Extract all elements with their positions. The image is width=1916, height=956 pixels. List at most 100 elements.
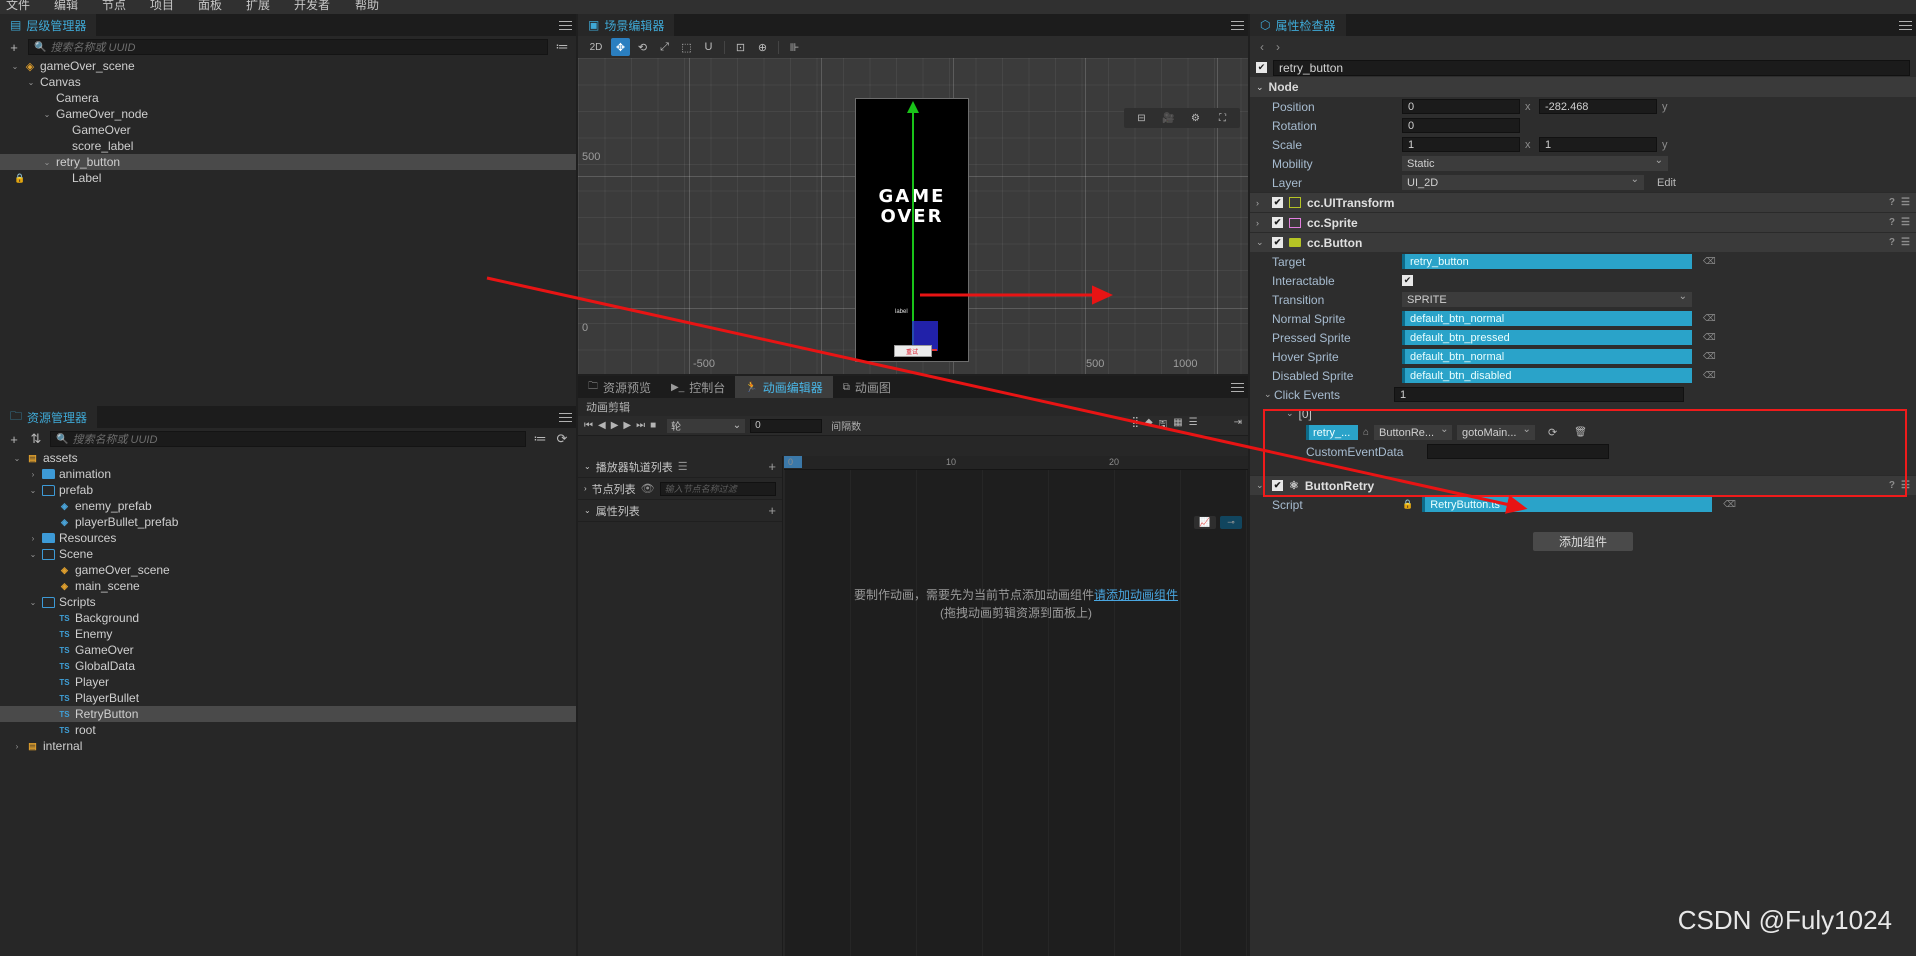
asset-item-animation[interactable]: ›animation <box>0 466 576 482</box>
hierarchy-node-gameover-scene[interactable]: ⌄◈gameOver_scene <box>0 58 576 74</box>
asset-item-internal[interactable]: ›▤internal <box>0 738 576 754</box>
component-enabled-checkbox[interactable] <box>1272 480 1283 491</box>
game-canvas-preview[interactable]: GAME OVER label 重试 <box>855 98 969 362</box>
tab-graph[interactable]: ⧉动画图 <box>833 376 901 398</box>
add-track-button[interactable]: + <box>768 459 776 474</box>
tab-scene[interactable]: ▣ 场景编辑器 <box>578 14 674 36</box>
asset-field-normal-sprite[interactable]: default_btn_normal <box>1402 311 1692 326</box>
locate-node-icon[interactable]: ⌂ <box>1363 427 1369 438</box>
tab-inspector[interactable]: ⬡ 属性检查器 <box>1250 14 1346 36</box>
add-asset-button[interactable]: + <box>6 431 22 447</box>
prev-frame-icon[interactable]: ◀ <box>598 420 606 431</box>
inspector-menu-button[interactable] <box>1894 14 1916 36</box>
scene-menu-button[interactable] <box>1226 14 1248 36</box>
click-events-count-input[interactable]: 1 <box>1394 387 1684 402</box>
chevron-down-icon[interactable]: ⌄ <box>1264 389 1274 400</box>
click-event-index-row[interactable]: ⌄[0] <box>1250 404 1916 423</box>
menu-item-2[interactable]: 节点 <box>102 0 126 13</box>
node-enabled-checkbox[interactable] <box>1256 62 1267 73</box>
asset-item-background[interactable]: TSBackground <box>0 610 576 626</box>
timeline-toggle[interactable]: ⊸ <box>1220 516 1242 529</box>
asset-item-resources[interactable]: ›Resources <box>0 530 576 546</box>
coord-icon[interactable]: ⊕ <box>753 38 772 56</box>
hierarchy-node-canvas[interactable]: ⌄Canvas <box>0 74 576 90</box>
frame-input[interactable]: 0 <box>750 419 822 433</box>
event-target-field[interactable]: retry_... <box>1306 425 1358 440</box>
layer-edit-button[interactable]: Edit <box>1657 177 1676 189</box>
chevron-down-icon[interactable]: ⌄ <box>26 78 36 87</box>
tab-anim[interactable]: 🏃动画编辑器 <box>735 376 832 398</box>
chevron-right-icon[interactable]: › <box>28 470 38 479</box>
clear-asset-icon[interactable]: ⌫ <box>1703 332 1716 343</box>
jump-start-icon[interactable]: ⏮ <box>584 420 593 431</box>
menu-item-6[interactable]: 开发者 <box>294 0 330 13</box>
component-header-actions[interactable]: ?☰ <box>1889 237 1910 248</box>
nav-back-icon[interactable]: ‹ <box>1260 40 1264 54</box>
snapshot-icon[interactable]: ⛶ <box>1213 109 1232 127</box>
trash-icon[interactable]: 🗑 <box>1574 427 1587 438</box>
component-enabled-checkbox[interactable] <box>1272 197 1283 208</box>
chevron-down-icon[interactable]: ⌄ <box>1256 237 1266 248</box>
stop-icon[interactable]: ■ <box>650 420 656 431</box>
script-asset-field[interactable]: RetryButton.ts <box>1422 497 1712 512</box>
next-frame-icon[interactable]: ▶ <box>623 420 631 431</box>
keyframe-icon[interactable]: ◆ <box>1145 417 1153 434</box>
hierarchy-node-retry-button[interactable]: ⌄retry_button <box>0 154 576 170</box>
prop-input-rotation-0[interactable]: 0 <box>1402 118 1520 133</box>
component-header-actions[interactable]: ?☰ <box>1889 197 1910 208</box>
prop-input-position-1[interactable]: -282.468 <box>1539 99 1657 114</box>
asset-item-scene[interactable]: ⌄Scene <box>0 546 576 562</box>
prop-input-scale-1[interactable]: 1 <box>1539 137 1657 152</box>
add-animation-component-link[interactable]: 请添加动画组件 <box>1094 588 1178 602</box>
component-header-cc-uitransform[interactable]: ›cc.UITransform?☰ <box>1250 192 1916 212</box>
hierarchy-node-gameover-node[interactable]: ⌄GameOver_node <box>0 106 576 122</box>
node-section-header[interactable]: ⌄ Node <box>1250 77 1916 97</box>
prop-input-position-0[interactable]: 0 <box>1402 99 1520 114</box>
component-enabled-checkbox[interactable] <box>1272 217 1283 228</box>
curve-graph-icon[interactable]: 📈 <box>1194 516 1216 529</box>
custom-event-data-input[interactable] <box>1427 444 1609 459</box>
clear-asset-icon[interactable]: ⌫ <box>1703 351 1716 362</box>
chevron-down-icon[interactable]: ⌄ <box>12 454 22 463</box>
prop-select-mobility[interactable]: Static <box>1402 156 1668 171</box>
component-header-actions[interactable]: ?☰ <box>1889 217 1910 228</box>
chevron-down-icon[interactable]: ⌄ <box>10 62 20 71</box>
asset-item-retrybutton[interactable]: TSRetryButton <box>0 706 576 722</box>
asset-item-root[interactable]: TSroot <box>0 722 576 738</box>
assets-refresh-icon[interactable]: ⟳ <box>554 431 570 447</box>
animation-menu-button[interactable] <box>1226 376 1248 398</box>
camera-icon[interactable]: 🎥 <box>1159 109 1178 127</box>
one-to-one-icon[interactable]: ⊟ <box>1132 109 1151 127</box>
property-list-row[interactable]: ⌄ 属性列表 + <box>578 500 782 522</box>
tab-folder[interactable]: 🗀资源预览 <box>578 376 661 398</box>
chevron-down-icon[interactable]: ⌄ <box>28 598 38 607</box>
animation-timeline[interactable]: 0 10 20 📈 ⊸ 要制作动画，需要先为当前节点添加动画组件请添加动画组件 … <box>784 456 1248 956</box>
nav-forward-icon[interactable]: › <box>1276 40 1280 54</box>
hierarchy-node-score-label[interactable]: score_label <box>0 138 576 154</box>
asset-item-enemy[interactable]: TSEnemy <box>0 626 576 642</box>
hierarchy-node-label[interactable]: 🔒Label <box>0 170 576 186</box>
assets-menu-button[interactable] <box>554 406 576 428</box>
clear-asset-icon[interactable]: ⌫ <box>1703 256 1716 267</box>
node-name-input[interactable]: retry_button <box>1273 60 1910 76</box>
prop-select-layer[interactable]: UI_2D <box>1402 175 1644 190</box>
eye-icon[interactable]: 👁 <box>641 482 655 495</box>
component-header-buttonretry[interactable]: ⌄⚛ButtonRetry?☰ <box>1250 475 1916 495</box>
asset-item-scripts[interactable]: ⌄Scripts <box>0 594 576 610</box>
asset-item-gameover[interactable]: TSGameOver <box>0 642 576 658</box>
prop-input-scale-0[interactable]: 1 <box>1402 137 1520 152</box>
clear-script-icon[interactable]: ⌫ <box>1723 499 1736 510</box>
component-enabled-checkbox[interactable] <box>1272 237 1283 248</box>
component-header-cc-sprite[interactable]: ›cc.Sprite?☰ <box>1250 212 1916 232</box>
transition-select[interactable]: SPRITE <box>1402 292 1692 307</box>
asset-item-prefab[interactable]: ⌄prefab <box>0 482 576 498</box>
save-icon[interactable]: 🖫 <box>1159 417 1168 434</box>
move-tool-icon[interactable]: ✥ <box>611 38 630 56</box>
asset-item-enemy-prefab[interactable]: ◈enemy_prefab <box>0 498 576 514</box>
speed-select[interactable]: 轮⌄ <box>667 419 745 433</box>
assets-filter-icon[interactable]: ≔ <box>532 431 548 447</box>
menu-item-1[interactable]: 编辑 <box>54 0 78 13</box>
event-handler-select[interactable]: gotoMain... <box>1457 425 1535 440</box>
chevron-right-icon[interactable]: › <box>28 534 38 543</box>
tab-hierarchy[interactable]: ▤ 层级管理器 <box>0 14 96 36</box>
